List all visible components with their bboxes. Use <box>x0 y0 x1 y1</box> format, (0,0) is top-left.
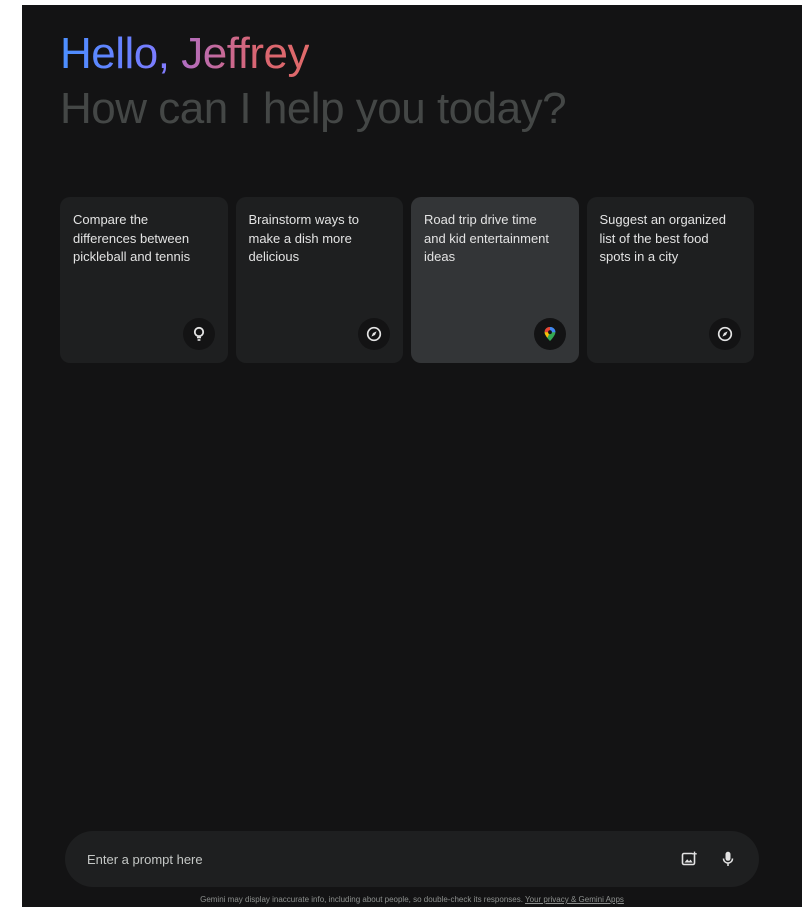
suggestion-card-text: Road trip drive time and kid entertainme… <box>424 212 550 264</box>
prompt-input[interactable] <box>87 831 647 887</box>
suggestion-card-road-trip[interactable]: Road trip drive time and kid entertainme… <box>411 197 579 363</box>
maps-pin-icon <box>533 318 566 350</box>
suggestion-card-dish[interactable]: Brainstorm ways to make a dish more deli… <box>235 197 403 363</box>
help-subtitle: How can I help you today? <box>60 84 567 133</box>
suggestion-cards: Compare the differences between pickleba… <box>60 197 754 363</box>
microphone-icon[interactable] <box>714 845 742 873</box>
footer-disclaimer: Gemini may display inaccurate info, incl… <box>22 894 802 906</box>
compass-icon <box>358 318 390 350</box>
lightbulb-icon <box>182 318 215 350</box>
privacy-link[interactable]: Your privacy & Gemini Apps <box>525 895 624 904</box>
suggestion-card-pickleball[interactable]: Compare the differences between pickleba… <box>60 197 228 363</box>
greeting-user-name: Jeffrey <box>181 29 309 78</box>
greeting: Hello, Jeffrey <box>60 29 309 79</box>
image-upload-icon[interactable] <box>675 845 703 873</box>
greeting-hello: Hello, <box>60 29 182 78</box>
suggestion-card-text: Suggest an organized list of the best fo… <box>599 212 726 264</box>
gemini-window: Hello, Jeffrey How can I help you today?… <box>22 5 802 907</box>
suggestion-card-food-spots[interactable]: Suggest an organized list of the best fo… <box>586 197 754 363</box>
prompt-bar <box>65 831 759 887</box>
disclaimer-text: Gemini may display inaccurate info, incl… <box>200 895 526 904</box>
compass-icon <box>709 318 741 350</box>
suggestion-card-text: Compare the differences between pickleba… <box>73 212 191 264</box>
suggestion-card-text: Brainstorm ways to make a dish more deli… <box>248 212 360 264</box>
